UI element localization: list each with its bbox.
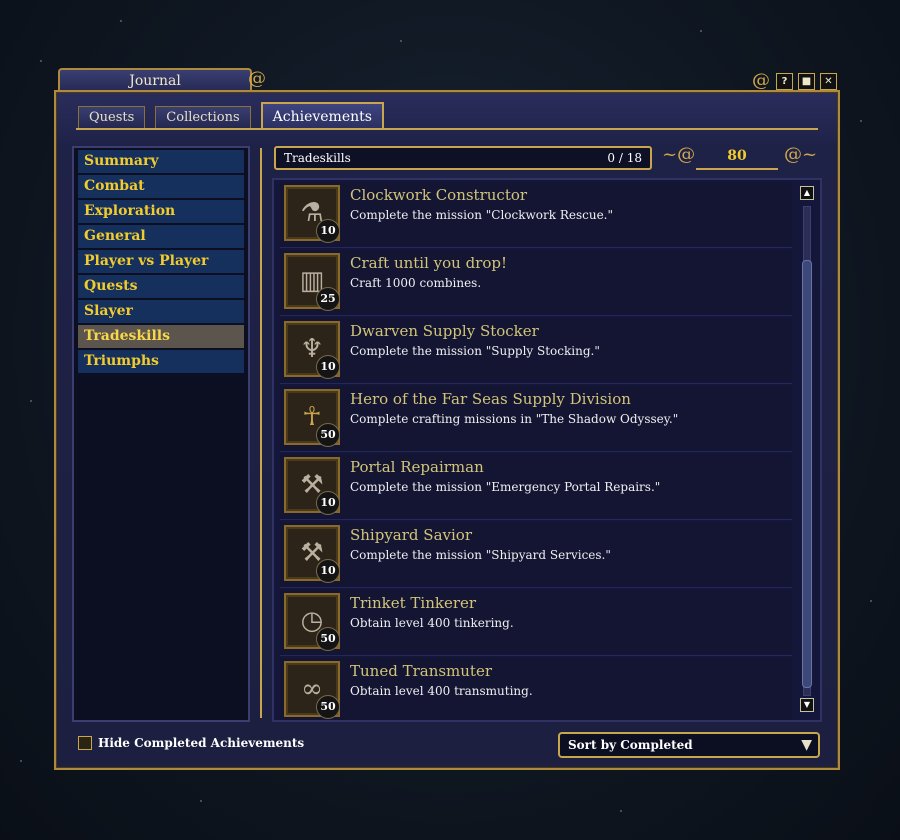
achievement-item[interactable]: ☥ 50 Hero of the Far Seas Supply Divisio… (280, 386, 792, 452)
hooded-figure-icon: ☥ 50 (284, 389, 340, 447)
achievement-description: Complete the mission "Shipyard Services.… (350, 548, 611, 562)
star (20, 760, 22, 762)
swirl-ornament-icon: ~@ (662, 144, 696, 165)
sidebar-item-summary[interactable]: Summary (78, 150, 244, 173)
swirl-ornament-icon: @ (248, 68, 266, 89)
minimize-button[interactable]: ■ (798, 73, 815, 90)
achievement-item[interactable]: ♆ 10 Dwarven Supply Stocker Complete the… (280, 318, 792, 384)
scroll-down-arrow-icon[interactable]: ▼ (800, 698, 814, 712)
row-divider (280, 655, 792, 656)
row-divider (280, 519, 792, 520)
tools-icon: ⚒ 10 (284, 457, 340, 515)
sidebar-item-combat[interactable]: Combat (78, 175, 244, 198)
sidebar-item-slayer[interactable]: Slayer (78, 300, 244, 323)
star (120, 20, 122, 22)
star (700, 30, 702, 32)
achievement-item[interactable]: ◷ 50 Trinket Tinkerer Obtain level 400 t… (280, 590, 792, 656)
points-badge: 50 (316, 627, 340, 651)
sidebar-item-pvp[interactable]: Player vs Player (78, 250, 244, 273)
star (40, 60, 42, 62)
clock-icon: ◷ 50 (284, 593, 340, 651)
window-title[interactable]: Journal (58, 68, 252, 92)
swirl-ornament-icon: @~ (784, 144, 818, 165)
panel-divider (260, 148, 262, 718)
points-badge: 50 (316, 695, 340, 719)
hide-completed-label: Hide Completed Achievements (98, 736, 305, 750)
achievement-title: Shipyard Savior (350, 526, 472, 544)
sidebar-item-general[interactable]: General (78, 225, 244, 248)
row-divider (280, 315, 792, 316)
sidebar-item-exploration[interactable]: Exploration (78, 200, 244, 223)
star (400, 40, 402, 42)
orbs-icon: ∞ 50 (284, 661, 340, 719)
cabinet-icon: ▥ 25 (284, 253, 340, 311)
category-sidebar: Summary Combat Exploration General Playe… (72, 146, 250, 722)
help-button[interactable]: ? (776, 73, 793, 90)
points-badge: 10 (316, 219, 340, 243)
achievement-item[interactable]: ▥ 25 Craft until you drop! Craft 1000 co… (280, 250, 792, 316)
sort-dropdown[interactable]: Sort by Completed ▼ (558, 732, 820, 758)
achievement-item[interactable]: ⚒ 10 Portal Repairman Complete the missi… (280, 454, 792, 520)
sidebar-item-tradeskills[interactable]: Tradeskills (78, 325, 244, 348)
sidebar-item-quests[interactable]: Quests (78, 275, 244, 298)
row-divider (280, 451, 792, 452)
achievement-description: Complete the mission "Emergency Portal R… (350, 480, 661, 494)
achievement-title: Portal Repairman (350, 458, 484, 476)
achievement-item[interactable]: ⚗ 10 Clockwork Constructor Complete the … (280, 182, 792, 248)
vial-icon: ⚗ 10 (284, 185, 340, 243)
achievement-list: ⚗ 10 Clockwork Constructor Complete the … (272, 178, 822, 722)
achievement-description: Complete the mission "Clockwork Rescue." (350, 208, 614, 222)
achievement-description: Complete the mission "Supply Stocking." (350, 344, 600, 358)
star (200, 800, 202, 802)
category-header: Tradeskills 0 / 18 (274, 146, 652, 170)
star (860, 120, 862, 122)
chevron-down-icon[interactable]: ▼ (801, 734, 812, 756)
hammer-icon: ⚒ 10 (284, 525, 340, 583)
achievement-description: Complete crafting missions in "The Shado… (350, 412, 679, 426)
scroll-thumb[interactable] (802, 260, 812, 688)
scroll-up-arrow-icon[interactable]: ▲ (800, 186, 814, 200)
row-divider (280, 587, 792, 588)
tab-underline (76, 128, 818, 130)
tab-quests[interactable]: Quests (78, 106, 146, 129)
achievement-title: Trinket Tinkerer (350, 594, 477, 612)
achievement-title: Clockwork Constructor (350, 186, 528, 204)
close-button[interactable]: ✕ (820, 73, 837, 90)
journal-window: Quests Collections Achievements Summary … (54, 90, 840, 770)
hide-completed-checkbox[interactable] (78, 736, 92, 750)
tab-collections[interactable]: Collections (155, 106, 251, 129)
star (30, 400, 32, 402)
journal-tabs: Quests Collections Achievements (78, 102, 384, 130)
sidebar-item-triumphs[interactable]: Triumphs (78, 350, 244, 373)
points-badge: 10 (316, 491, 340, 515)
swirl-ornament-icon: @ (752, 70, 770, 91)
achievement-description: Obtain level 400 transmuting. (350, 684, 533, 698)
achievement-title: Craft until you drop! (350, 254, 508, 272)
lantern-icon: ♆ 10 (284, 321, 340, 379)
category-progress: 0 / 18 (607, 151, 642, 165)
hide-completed-option[interactable]: Hide Completed Achievements (78, 736, 304, 750)
achievement-title: Tuned Transmuter (350, 662, 493, 680)
achievement-description: Obtain level 400 tinkering. (350, 616, 514, 630)
star (620, 810, 622, 812)
achievement-item[interactable]: ⚒ 10 Shipyard Savior Complete the missio… (280, 522, 792, 588)
points-badge: 10 (316, 559, 340, 583)
achievement-points: ~@ 80 @~ (662, 144, 822, 170)
achievement-description: Craft 1000 combines. (350, 276, 482, 290)
points-badge: 25 (316, 287, 340, 311)
window-controls: ? ■ ✕ (776, 73, 837, 90)
category-name: Tradeskills (284, 151, 351, 165)
star (870, 600, 872, 602)
achievement-title: Dwarven Supply Stocker (350, 322, 539, 340)
row-divider (280, 383, 792, 384)
row-divider (280, 247, 792, 248)
points-badge: 10 (316, 355, 340, 379)
achievement-scrollbar[interactable]: ▲ ▼ (800, 186, 814, 714)
sort-dropdown-value: Sort by Completed (568, 738, 693, 752)
points-badge: 50 (316, 423, 340, 447)
points-value: 80 (696, 144, 778, 170)
tab-achievements[interactable]: Achievements (260, 102, 384, 130)
achievement-title: Hero of the Far Seas Supply Division (350, 390, 631, 408)
achievement-item[interactable]: ∞ 50 Tuned Transmuter Obtain level 400 t… (280, 658, 792, 720)
